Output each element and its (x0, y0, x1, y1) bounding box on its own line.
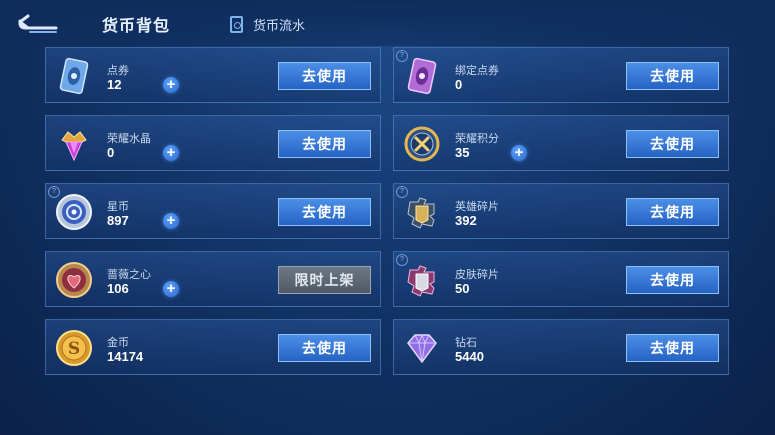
back-arrow-icon (18, 14, 58, 33)
use-skin-shard-button[interactable]: 去使用 (626, 266, 719, 294)
currency-value: 12 (107, 77, 122, 92)
currency-name: 荣耀水晶 (107, 133, 151, 145)
skin-shard-icon (402, 260, 442, 300)
currency-card-hero-shard: ? 英雄碎片 392 去使用 (393, 183, 729, 239)
currency-name: 星币 (107, 201, 129, 213)
currency-card-glory-points: 荣耀积分 35 + 去使用 (393, 115, 729, 171)
gold-coin-icon: S (54, 328, 94, 368)
use-hero-shard-button[interactable]: 去使用 (626, 198, 719, 226)
currency-ledger-tab[interactable]: 货币流水 (230, 14, 305, 34)
use-coupon-button[interactable]: 去使用 (278, 62, 371, 90)
currency-name: 英雄碎片 (455, 201, 499, 213)
add-glory-points-button[interactable]: + (511, 145, 527, 161)
currency-card-bound-coupon: ? 绑定点券 0 去使用 (393, 47, 729, 103)
currency-card-rose-heart: 蔷薇之心 106 + 限时上架 (45, 251, 381, 307)
currency-name: 皮肤碎片 (455, 269, 499, 281)
top-bar: 货币背包 货币流水 (0, 0, 775, 46)
glory-points-icon (402, 124, 442, 164)
svg-text:S: S (68, 339, 80, 359)
currency-value: 106 (107, 281, 129, 296)
use-star-coin-button[interactable]: 去使用 (278, 198, 371, 226)
currency-name: 点券 (107, 65, 129, 77)
currency-ledger-label: 货币流水 (253, 17, 306, 33)
currency-name: 蔷薇之心 (107, 269, 151, 281)
currency-name: 金币 (107, 337, 129, 349)
currency-card-diamond: 钻石 5440 去使用 (393, 319, 729, 375)
use-bound-coupon-button[interactable]: 去使用 (626, 62, 719, 90)
currency-card-glory-crystal: 荣耀水晶 0 + 去使用 (45, 115, 381, 171)
back-button[interactable] (16, 12, 60, 36)
currency-value: 0 (455, 77, 463, 92)
use-glory-points-button[interactable]: 去使用 (626, 130, 719, 158)
currency-value: 0 (107, 145, 115, 160)
use-gold-coin-button[interactable]: 去使用 (278, 334, 371, 362)
currency-name: 绑定点券 (455, 65, 499, 77)
coupon-icon (54, 56, 94, 96)
use-diamond-button[interactable]: 去使用 (626, 334, 719, 362)
currency-name: 荣耀积分 (455, 133, 499, 145)
currency-name: 钻石 (455, 337, 477, 349)
use-glory-crystal-button[interactable]: 去使用 (278, 130, 371, 158)
currency-card-coupon: 点券 12 + 去使用 (45, 47, 381, 103)
diamond-icon (402, 328, 442, 368)
currency-value: 14174 (107, 349, 144, 364)
add-glory-crystal-button[interactable]: + (163, 145, 179, 161)
add-star-coin-button[interactable]: + (163, 213, 179, 229)
currency-card-star-coin: ? 星币 897 + 去使用 (45, 183, 381, 239)
rose-heart-icon (54, 260, 94, 300)
hero-shard-icon (402, 192, 442, 232)
bound-coupon-icon (402, 56, 442, 96)
add-coupon-button[interactable]: + (163, 77, 179, 93)
glory-crystal-icon (54, 124, 94, 164)
currency-value: 35 (455, 145, 470, 160)
currency-value: 392 (455, 213, 477, 228)
limited-time-button[interactable]: 限时上架 (278, 266, 371, 294)
currency-value: 897 (107, 213, 129, 228)
add-rose-heart-button[interactable]: + (163, 281, 179, 297)
page-title: 货币背包 (102, 18, 171, 35)
star-coin-icon (54, 192, 94, 232)
ledger-icon (230, 15, 243, 33)
currency-value: 5440 (455, 349, 484, 364)
currency-card-gold-coin: S 金币 14174 去使用 (45, 319, 381, 375)
currency-value: 50 (455, 281, 470, 296)
currency-card-skin-shard: ? 皮肤碎片 50 去使用 (393, 251, 729, 307)
